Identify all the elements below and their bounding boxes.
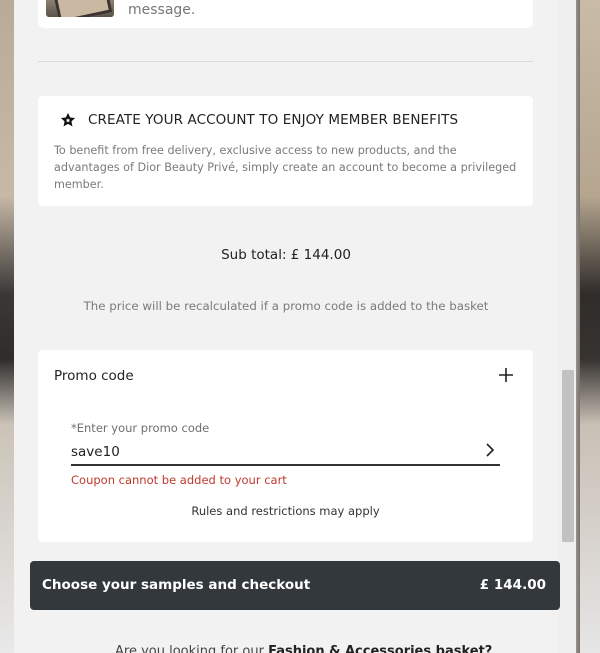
- fashion-basket-link[interactable]: Are you looking for our Fashion & Access…: [115, 644, 492, 653]
- promo-code-title[interactable]: Promo code: [54, 368, 134, 384]
- scrollbar-track[interactable]: [558, 0, 576, 653]
- product-card-message: message.: [128, 2, 196, 18]
- promo-code-error: Coupon cannot be added to your cart: [71, 473, 287, 487]
- star-icon: [60, 112, 76, 127]
- section-divider: [38, 61, 533, 62]
- checkout-button-price: £ 144.00: [479, 577, 546, 593]
- checkout-button[interactable]: Choose your samples and checkout £ 144.0…: [30, 561, 560, 610]
- checkout-button-label: Choose your samples and checkout: [42, 577, 311, 593]
- member-benefits-title: CREATE YOUR ACCOUNT TO ENJOY MEMBER BENE…: [88, 112, 459, 128]
- fashion-basket-bold: Fashion & Accessories basket?: [268, 644, 493, 653]
- scrollbar-thumb[interactable]: [562, 370, 574, 542]
- fashion-basket-text: Are you looking for our: [115, 644, 264, 653]
- chevron-right-icon[interactable]: [481, 441, 499, 459]
- promo-code-label: *Enter your promo code: [71, 421, 210, 435]
- page-backdrop-left: [0, 0, 14, 653]
- recalc-note: The price will be recalculated if a prom…: [83, 299, 489, 313]
- product-thumbnail: [46, 0, 114, 17]
- plus-icon[interactable]: [497, 366, 515, 384]
- promo-code-input[interactable]: [71, 440, 500, 466]
- subtotal: Sub total: £ 144.00: [221, 247, 351, 263]
- promo-rules-note: Rules and restrictions may apply: [191, 504, 380, 518]
- page-backdrop-right: [580, 0, 600, 653]
- member-benefits-text: To benefit from free delivery, exclusive…: [54, 144, 517, 191]
